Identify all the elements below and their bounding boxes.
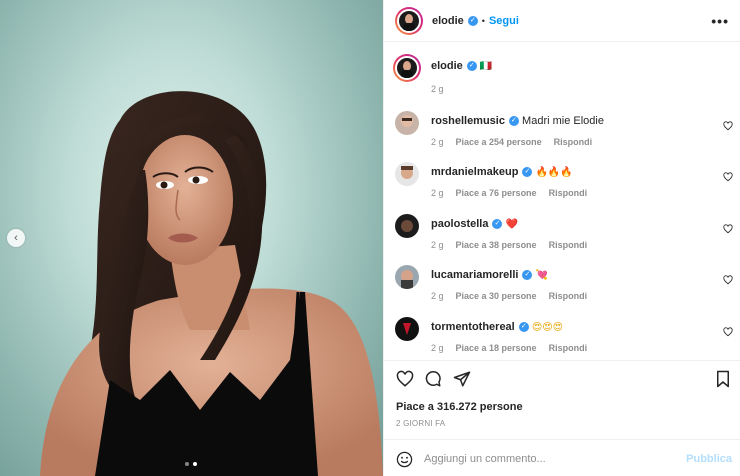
likes-count[interactable]: Piace a 316.272 persone (396, 401, 523, 413)
comment-likes[interactable]: Piace a 76 persone (456, 188, 537, 198)
comment-likes[interactable]: Piace a 38 persone (456, 240, 537, 250)
carousel-dot-2 (193, 462, 197, 466)
reply-button[interactable]: Rispondi (549, 291, 588, 301)
author-avatar[interactable] (395, 6, 423, 35)
comment-text: 😍😍😍 (531, 322, 564, 333)
comment-username[interactable]: mrdanielmakeup (431, 166, 518, 178)
bookmark-icon[interactable] (715, 370, 731, 388)
caption-avatar[interactable] (393, 54, 421, 82)
heart-icon[interactable] (396, 370, 414, 388)
comments-list: elodie ✓ 🇮🇹 2 g roshellemusic ✓ Madri mie … (384, 43, 740, 361)
post-details-panel: elodie ✓ • Segui ••• elodie ✓ 🇮🇹 2 g rosh… (383, 0, 740, 476)
carousel-dot-1 (185, 462, 189, 466)
post-actions (384, 362, 740, 398)
comment-avatar[interactable] (395, 214, 419, 238)
comment-time: 2 g (431, 188, 444, 198)
comment-username[interactable]: tormentothereal (431, 321, 515, 333)
verified-badge-icon: ✓ (508, 116, 519, 127)
comment-username[interactable]: roshellemusic (431, 115, 505, 127)
post-header: elodie ✓ • Segui ••• (384, 0, 740, 42)
comment-icon[interactable] (424, 370, 442, 388)
portrait-illustration (40, 91, 383, 476)
follow-button[interactable]: Segui (489, 15, 519, 27)
separator-dot: • (481, 15, 485, 26)
chevron-left-icon: ‹ (14, 232, 18, 244)
reply-button[interactable]: Rispondi (549, 343, 588, 353)
comment-username[interactable]: lucamariamorelli (431, 269, 518, 281)
verified-badge-icon: ✓ (466, 61, 477, 72)
heart-icon[interactable] (723, 172, 733, 182)
send-icon[interactable] (453, 370, 471, 388)
post-photo[interactable]: ‹ (0, 0, 383, 476)
heart-icon[interactable] (723, 224, 733, 234)
comment-avatar[interactable] (395, 265, 419, 289)
caption-time: 2 g (431, 84, 444, 94)
carousel-indicator (185, 462, 197, 466)
more-horizontal-icon[interactable]: ••• (711, 13, 729, 29)
comment-time: 2 g (431, 343, 444, 353)
verified-badge-icon: ✓ (492, 219, 503, 230)
verified-badge-icon: ✓ (518, 322, 529, 333)
comment-text: 🔥🔥🔥 (535, 167, 573, 178)
comment-likes[interactable]: Piace a 30 persone (456, 291, 537, 301)
comment-input[interactable] (424, 451, 674, 467)
heart-icon[interactable] (723, 275, 733, 285)
smiley-icon[interactable] (396, 451, 413, 468)
verified-badge-icon: ✓ (522, 270, 533, 281)
comment-username[interactable]: paolostella (431, 218, 488, 230)
comment-time: 2 g (431, 137, 444, 147)
comment-avatar[interactable] (395, 111, 419, 135)
reply-button[interactable]: Rispondi (554, 137, 593, 147)
comment-text: ❤️ (505, 219, 518, 230)
verified-badge-icon: ✓ (522, 167, 533, 178)
comment-text: 💘 (535, 270, 548, 281)
author-username[interactable]: elodie (432, 15, 464, 27)
heart-icon[interactable] (723, 327, 733, 337)
reply-button[interactable]: Rispondi (549, 240, 588, 250)
comment-time: 2 g (431, 291, 444, 301)
post-date: 2 GIORNI FA (396, 419, 446, 428)
comment-avatar[interactable] (395, 317, 419, 341)
verified-badge-icon: ✓ (467, 15, 478, 26)
comment-likes[interactable]: Piace a 18 persone (456, 343, 537, 353)
publish-button[interactable]: Pubblica (686, 453, 732, 465)
comment-time: 2 g (431, 240, 444, 250)
comment-avatar[interactable] (395, 162, 419, 186)
previous-photo-button[interactable]: ‹ (7, 229, 25, 247)
caption-text: 🇮🇹 (479, 61, 493, 72)
reply-button[interactable]: Rispondi (549, 188, 588, 198)
add-comment-bar: Pubblica (384, 439, 740, 476)
comment-text: Madri mie Elodie (522, 115, 604, 127)
comment-likes[interactable]: Piace a 254 persone (456, 137, 542, 147)
caption-username[interactable]: elodie (431, 60, 463, 72)
heart-icon[interactable] (723, 121, 733, 131)
